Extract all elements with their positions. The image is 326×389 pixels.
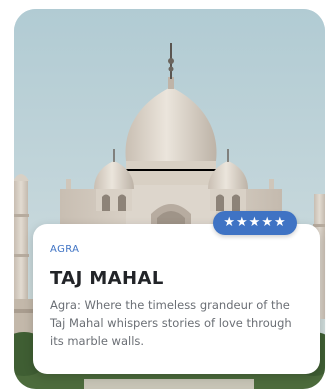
star-icons: ★★★★★: [223, 215, 287, 230]
destination-description: Agra: Where the timeless grandeur of the…: [50, 298, 292, 348]
location-label: AGRA: [50, 244, 80, 255]
destination-info-panel: AGRA TAJ MAHAL Agra: Where the timeless …: [33, 224, 320, 374]
rating-badge: ★★★★★: [213, 211, 297, 235]
destination-title: TAJ MAHAL: [50, 268, 164, 289]
